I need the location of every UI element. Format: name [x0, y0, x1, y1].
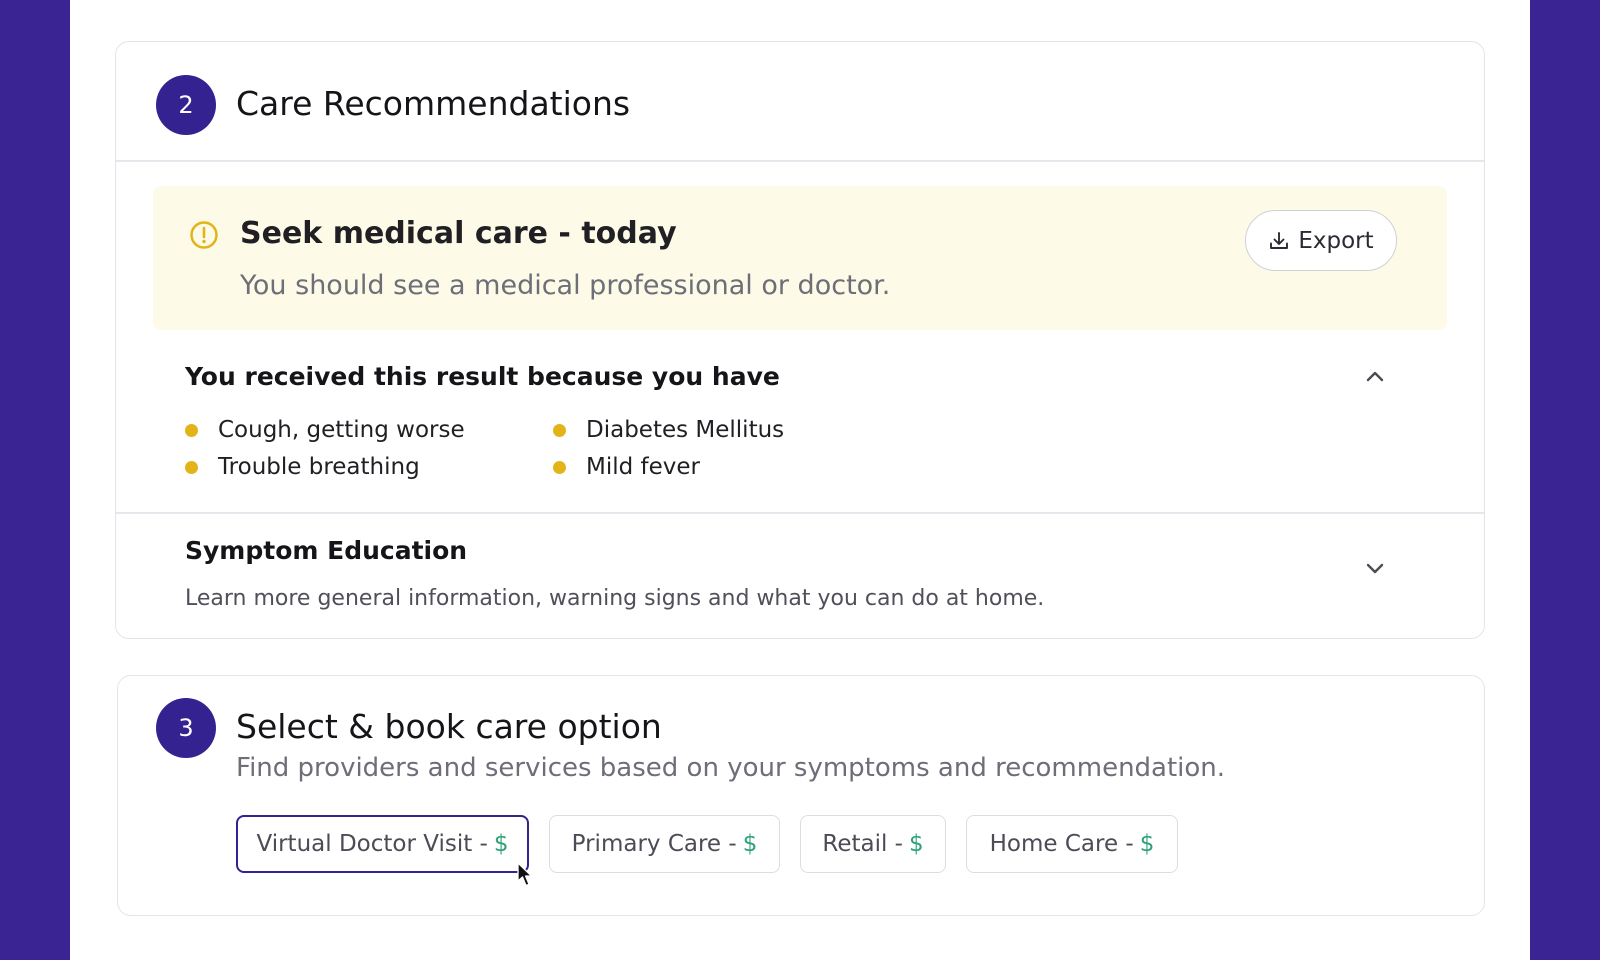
- alert-title: Seek medical care - today: [240, 216, 677, 251]
- reason-item: Mild fever: [553, 454, 700, 480]
- symptom-education-heading: Symptom Education: [185, 536, 468, 565]
- page-container: 2 Care Recommendations Seek medical care…: [70, 0, 1530, 960]
- reason-item: Diabetes Mellitus: [553, 417, 784, 443]
- reason-label: Trouble breathing: [218, 454, 420, 480]
- option-home-care[interactable]: Home Care - $: [966, 815, 1178, 873]
- alert-subtitle: You should see a medical professional or…: [240, 270, 891, 301]
- option-primary-care[interactable]: Primary Care - $: [549, 815, 780, 873]
- option-label: Home Care -: [989, 831, 1134, 857]
- section-divider: [116, 512, 1484, 514]
- bullet-dot: [185, 423, 198, 437]
- option-virtual-doctor-visit[interactable]: Virtual Doctor Visit - $: [236, 815, 529, 873]
- option-price: $: [742, 831, 758, 857]
- download-icon: [1270, 231, 1289, 249]
- export-label: Export: [1298, 227, 1374, 254]
- reason-item: Trouble breathing: [185, 454, 420, 480]
- step-badge: 3: [156, 698, 216, 758]
- option-retail[interactable]: Retail - $: [800, 815, 946, 873]
- option-label: Primary Care -: [571, 831, 737, 857]
- reason-label: Mild fever: [586, 454, 701, 480]
- reasons-heading: You received this result because you hav…: [185, 362, 780, 391]
- book-care-title: Select & book care option: [236, 707, 662, 746]
- reason-item: Cough, getting worse: [185, 417, 465, 443]
- mouse-cursor-icon: [517, 862, 533, 887]
- care-recommendations-title: Care Recommendations: [236, 84, 631, 123]
- chevron-down-icon[interactable]: [1362, 555, 1388, 581]
- bullet-dot: [185, 460, 198, 474]
- header-divider: [116, 160, 1484, 162]
- option-label: Retail -: [822, 831, 903, 857]
- chevron-up-icon[interactable]: [1362, 364, 1388, 390]
- reason-label: Diabetes Mellitus: [586, 417, 785, 443]
- step-badge: 2: [156, 75, 216, 135]
- care-alert-banner: Seek medical care - today You should see…: [153, 186, 1447, 330]
- export-button[interactable]: Export: [1245, 210, 1397, 271]
- care-recommendations-card: 2 Care Recommendations Seek medical care…: [115, 41, 1485, 639]
- option-price: $: [908, 831, 924, 857]
- book-care-card: 3 Select & book care option Find provide…: [117, 675, 1485, 916]
- option-label: Virtual Doctor Visit -: [256, 831, 488, 857]
- option-price: $: [1139, 831, 1155, 857]
- symptom-education-text: Learn more general information, warning …: [185, 586, 1045, 611]
- book-care-subtitle: Find providers and services based on you…: [236, 753, 1226, 783]
- option-price: $: [493, 831, 509, 857]
- bullet-dot: [553, 460, 566, 474]
- reason-label: Cough, getting worse: [218, 417, 465, 443]
- bullet-dot: [553, 423, 566, 437]
- exclamation-circle-icon: [190, 221, 218, 249]
